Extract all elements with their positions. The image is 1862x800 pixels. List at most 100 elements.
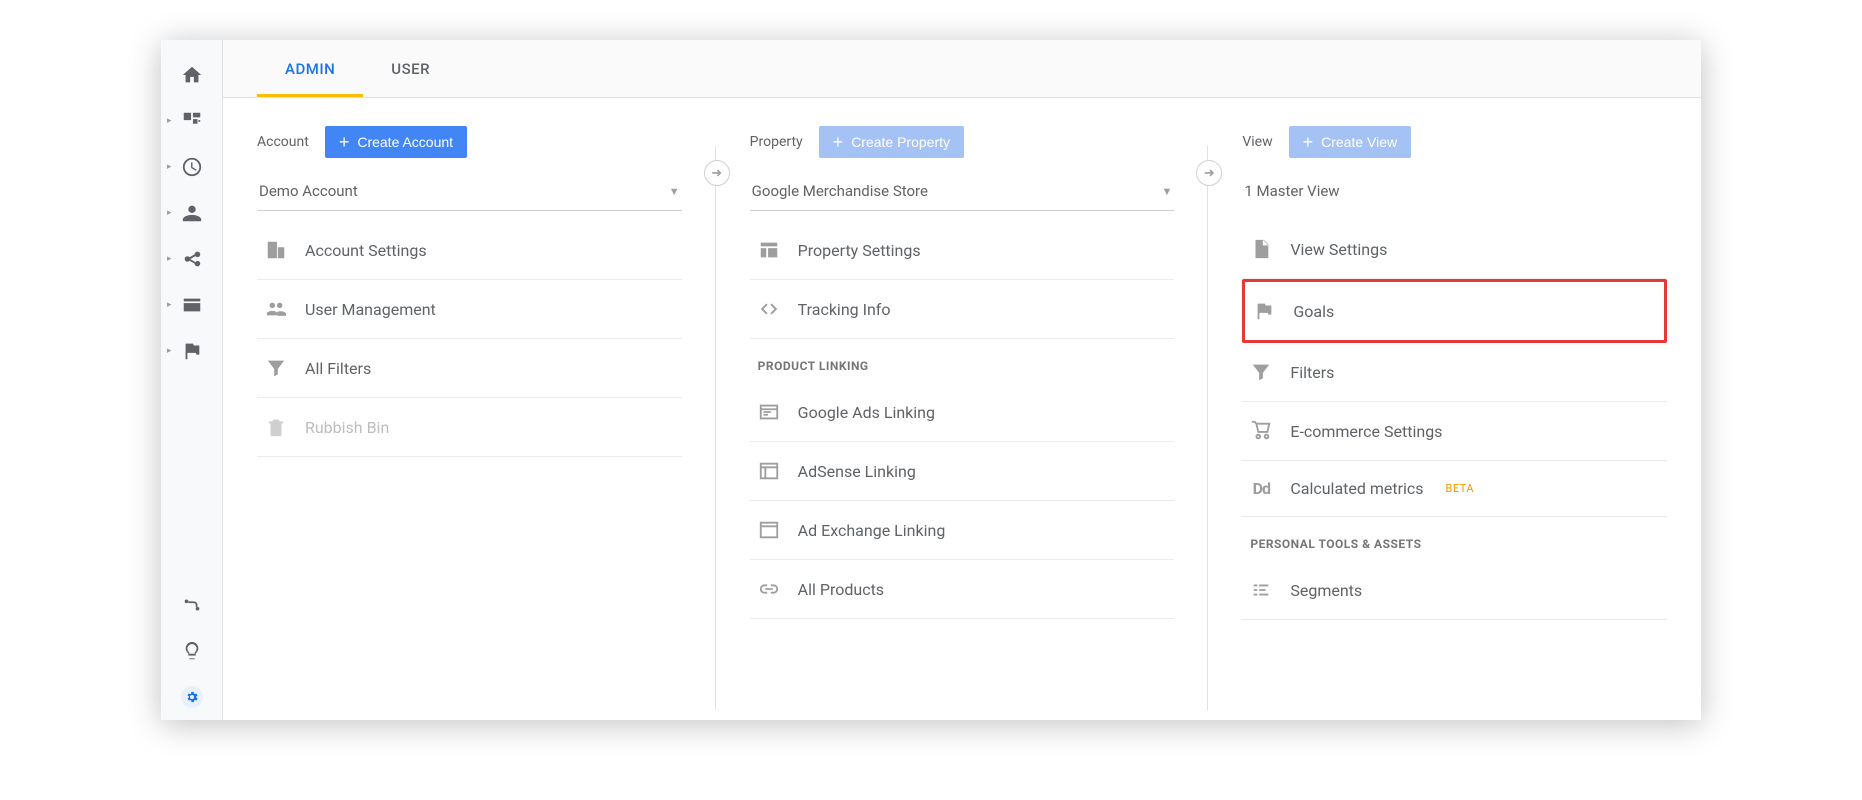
goals[interactable]: Goals — [1242, 279, 1667, 343]
account-collapse-handle[interactable]: ➜ — [704, 160, 730, 186]
item-label: Tracking Info — [798, 300, 891, 319]
property-column: Property + Create Property Google Mercha… — [716, 126, 1209, 720]
plus-icon: + — [833, 133, 844, 151]
dropdown-arrow-icon: ▼ — [1161, 185, 1172, 198]
trash-icon — [265, 416, 287, 438]
sidebar-discover[interactable] — [161, 628, 222, 674]
code-icon — [758, 298, 780, 320]
item-label: All Products — [798, 580, 884, 599]
layout-icon — [758, 239, 780, 261]
property-settings[interactable]: Property Settings — [750, 221, 1175, 280]
account-title: Account — [257, 134, 309, 150]
segments[interactable]: Segments — [1242, 561, 1667, 620]
view-title: View — [1242, 134, 1272, 150]
sidebar-home[interactable] — [161, 52, 222, 98]
left-sidebar: ▸ ▸ ▸ ▸ ▸ ▸ — [161, 40, 223, 720]
ecommerce-settings[interactable]: E-commerce Settings — [1242, 402, 1667, 461]
tab-bar: ADMIN USER — [223, 40, 1701, 98]
browser-icon — [181, 294, 203, 316]
caret-icon: ▸ — [167, 208, 172, 218]
sidebar-conversions[interactable]: ▸ — [161, 328, 222, 374]
property-selected: Google Merchandise Store — [752, 182, 928, 200]
admin-columns: Account + Create Account Demo Account ▼ … — [223, 98, 1701, 720]
clock-icon — [181, 156, 203, 178]
all-filters[interactable]: All Filters — [257, 339, 682, 398]
sidebar-behavior[interactable]: ▸ — [161, 282, 222, 328]
item-label: AdSense Linking — [798, 462, 916, 481]
plus-icon: + — [1303, 133, 1314, 151]
people-icon — [265, 298, 287, 320]
sidebar-realtime[interactable]: ▸ — [161, 144, 222, 190]
create-view-label: Create View — [1321, 134, 1397, 150]
app-container: ▸ ▸ ▸ ▸ ▸ ▸ — [161, 40, 1701, 720]
caret-icon: ▸ — [167, 162, 172, 172]
create-view-button[interactable]: + Create View — [1289, 126, 1412, 158]
google-ads-linking[interactable]: Google Ads Linking — [750, 383, 1175, 442]
adsense-linking[interactable]: AdSense Linking — [750, 442, 1175, 501]
flag-icon — [181, 340, 203, 362]
sidebar-customization[interactable]: ▸ — [161, 98, 222, 144]
plus-icon: + — [339, 133, 350, 151]
sidebar-audience[interactable]: ▸ — [161, 190, 222, 236]
ads-icon — [758, 401, 780, 423]
calculated-metrics[interactable]: Dd Calculated metrics BETA — [1242, 461, 1667, 517]
sidebar-acquisition[interactable]: ▸ — [161, 236, 222, 282]
arrow-right-icon: ➜ — [1204, 166, 1215, 181]
tab-user[interactable]: USER — [363, 40, 458, 97]
bulb-icon — [181, 640, 203, 662]
beta-badge: BETA — [1446, 482, 1475, 495]
main-panel: ADMIN USER Account + Create Account Demo… — [223, 40, 1701, 720]
page-icon — [1250, 238, 1272, 260]
funnel-icon — [265, 357, 287, 379]
create-property-label: Create Property — [851, 134, 950, 150]
create-property-button[interactable]: + Create Property — [819, 126, 964, 158]
account-settings[interactable]: Account Settings — [257, 221, 682, 280]
item-label: Calculated metrics — [1290, 479, 1423, 498]
ad-exchange-linking[interactable]: Ad Exchange Linking — [750, 501, 1175, 560]
view-selected: 1 Master View — [1244, 182, 1339, 200]
cart-icon — [1250, 420, 1272, 442]
view-settings[interactable]: View Settings — [1242, 220, 1667, 279]
all-products[interactable]: All Products — [750, 560, 1175, 619]
home-icon — [181, 64, 203, 86]
link-icon — [758, 578, 780, 600]
create-account-label: Create Account — [357, 134, 453, 150]
item-label: E-commerce Settings — [1290, 422, 1442, 441]
sidebar-attribution[interactable] — [161, 582, 222, 628]
tracking-info[interactable]: Tracking Info — [750, 280, 1175, 339]
dd-icon: Dd — [1250, 479, 1272, 498]
item-label: Rubbish Bin — [305, 418, 389, 437]
caret-icon: ▸ — [167, 254, 172, 264]
view-filters[interactable]: Filters — [1242, 343, 1667, 402]
item-label: Google Ads Linking — [798, 403, 935, 422]
item-label: Account Settings — [305, 241, 427, 260]
item-label: Ad Exchange Linking — [798, 521, 946, 540]
property-title: Property — [750, 134, 803, 150]
rubbish-bin[interactable]: Rubbish Bin — [257, 398, 682, 457]
property-selector[interactable]: Google Merchandise Store ▼ — [750, 176, 1175, 211]
exchange-icon — [758, 519, 780, 541]
segments-icon — [1250, 579, 1272, 601]
tab-admin[interactable]: ADMIN — [257, 40, 363, 97]
caret-icon: ▸ — [167, 300, 172, 310]
item-label: All Filters — [305, 359, 371, 378]
arrow-right-icon: ➜ — [711, 166, 722, 181]
funnel-icon — [1250, 361, 1272, 383]
sidebar-admin[interactable] — [161, 674, 222, 720]
gear-icon — [181, 686, 203, 708]
account-selector[interactable]: Demo Account ▼ — [257, 176, 682, 211]
personal-tools-heading: PERSONAL TOOLS & ASSETS — [1242, 517, 1667, 561]
view-column: View + Create View 1 Master View View Se… — [1208, 126, 1701, 720]
create-account-button[interactable]: + Create Account — [325, 126, 467, 158]
item-label: Property Settings — [798, 241, 921, 260]
share-icon — [181, 248, 203, 270]
flag-icon — [1253, 300, 1275, 322]
product-linking-heading: PRODUCT LINKING — [750, 339, 1175, 383]
adsense-icon — [758, 460, 780, 482]
item-label: Goals — [1293, 302, 1334, 321]
building-icon — [265, 239, 287, 261]
item-label: User Management — [305, 300, 436, 319]
user-management[interactable]: User Management — [257, 280, 682, 339]
view-selector[interactable]: 1 Master View — [1242, 176, 1667, 210]
caret-icon: ▸ — [167, 116, 172, 126]
